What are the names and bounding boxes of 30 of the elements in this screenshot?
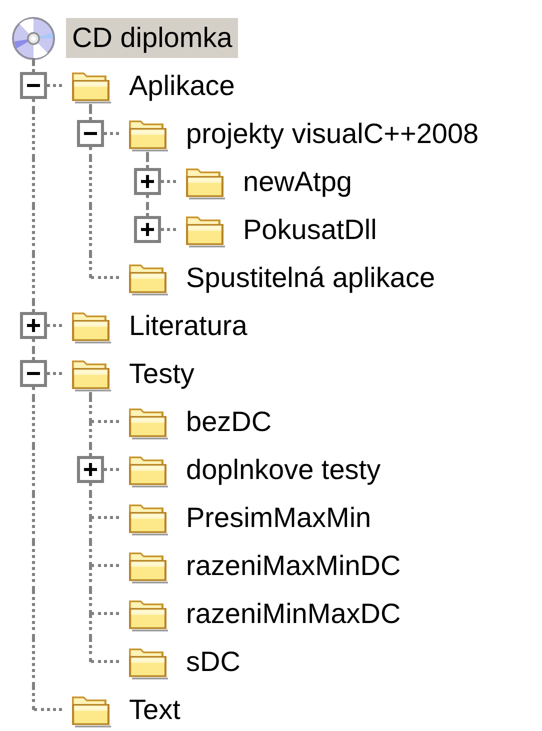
plus-icon (27, 319, 40, 332)
collapse-button[interactable] (20, 72, 47, 99)
tree-item-label[interactable]: Spustitelná aplikace (180, 258, 442, 298)
tree-item-label[interactable]: Testy (123, 354, 200, 394)
expand-button[interactable] (77, 456, 104, 483)
tree-item-label[interactable]: PokusatDll (237, 210, 383, 250)
minus-icon (27, 372, 40, 375)
tree-item-label[interactable]: CD diplomka (66, 18, 238, 58)
plus-icon (141, 223, 154, 236)
tree-item-label[interactable]: razeniMaxMinDC (180, 546, 407, 586)
tree-item-label[interactable]: Literatura (123, 306, 254, 346)
tree-item-label[interactable]: razeniMinMaxDC (180, 594, 407, 634)
tree-item-label[interactable]: bezDC (180, 402, 278, 442)
tree-item-label[interactable]: sDC (180, 642, 246, 682)
collapse-button[interactable] (20, 360, 47, 387)
plus-icon (84, 463, 97, 476)
tree-item-label[interactable]: Text (123, 690, 186, 730)
plus-icon (141, 175, 154, 188)
tree-item-label[interactable]: PresimMaxMin (180, 498, 378, 538)
tree-item-label[interactable]: Aplikace (123, 66, 241, 106)
tree-item-label[interactable]: projekty visualC++2008 (180, 114, 485, 154)
tree-item-label[interactable]: newAtpg (237, 162, 358, 202)
expand-button[interactable] (20, 312, 47, 339)
minus-icon (27, 84, 40, 87)
expand-button[interactable] (134, 168, 161, 195)
disc-icon (11, 16, 56, 61)
minus-icon (84, 132, 97, 135)
collapse-button[interactable] (77, 120, 104, 147)
tree-item-label[interactable]: doplnkove testy (180, 450, 387, 490)
expand-button[interactable] (134, 216, 161, 243)
